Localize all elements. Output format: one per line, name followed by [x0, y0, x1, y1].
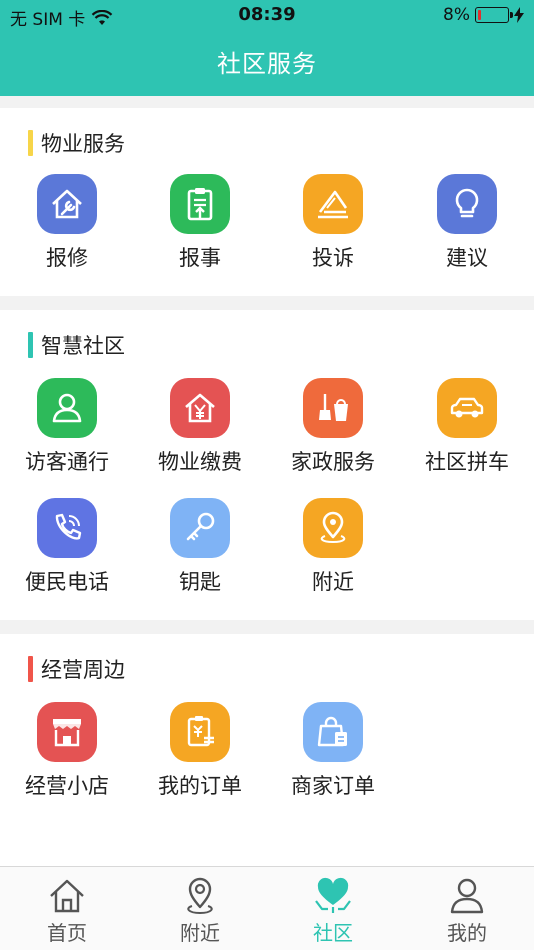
tile — [170, 378, 230, 438]
tile — [303, 702, 363, 762]
grid-item-carpool[interactable]: 社区拼车 — [400, 378, 534, 476]
grid-item-my-orders[interactable]: 我的订单 — [133, 702, 267, 800]
broom-bucket-icon — [319, 394, 348, 421]
grid-item-merchant-orders[interactable]: 商家订单 — [266, 702, 400, 800]
charging-bolt-icon — [514, 7, 524, 23]
tab-label: 社区 — [313, 921, 353, 945]
item-label: 投诉 — [312, 246, 354, 270]
grid-item-property-fee[interactable]: 物业缴费 — [133, 378, 267, 476]
item-label: 家政服务 — [291, 450, 375, 474]
grid-item-report[interactable]: 报事 — [133, 174, 267, 272]
section-title: 经营周边 — [41, 658, 125, 682]
order-icon — [187, 716, 214, 747]
tab-mine[interactable]: 我的 — [400, 875, 534, 946]
section-header: 经营周边 — [28, 654, 125, 684]
tile — [37, 378, 97, 438]
lightbulb-icon — [455, 188, 479, 218]
tile — [37, 174, 97, 234]
tile — [170, 498, 230, 558]
shop-icon — [53, 719, 81, 747]
status-right: 8% — [443, 5, 524, 25]
tab-community[interactable]: 社区 — [266, 875, 400, 946]
bottom-tab-bar: 首页 附近 社区 我的 — [0, 866, 534, 950]
item-label: 附近 — [312, 570, 354, 594]
item-label: 物业缴费 — [158, 450, 242, 474]
item-label: 我的订单 — [158, 774, 242, 798]
item-label: 便民电话 — [25, 570, 109, 594]
tile — [170, 174, 230, 234]
home-icon — [50, 879, 84, 913]
item-label: 报事 — [179, 246, 221, 270]
grid-item-visitor[interactable]: 访客通行 — [0, 378, 134, 476]
section-header: 物业服务 — [28, 128, 125, 158]
grid-item-complaint[interactable]: 投诉 — [266, 174, 400, 272]
tile — [37, 498, 97, 558]
section-title: 物业服务 — [41, 132, 125, 156]
car-icon — [450, 397, 484, 418]
app-header: 无 SIM 卡 08:39 8% 社区服务 — [0, 0, 534, 96]
location-pin-icon — [320, 511, 346, 544]
tile — [303, 498, 363, 558]
yuan-house-icon — [185, 393, 215, 423]
section-header: 智慧社区 — [28, 330, 125, 360]
grid-item-nearby[interactable]: 附近 — [266, 498, 400, 596]
grid-item-convenience-phone[interactable]: 便民电话 — [0, 498, 134, 596]
grid-item-housekeeping[interactable]: 家政服务 — [266, 378, 400, 476]
item-label: 经营小店 — [25, 774, 109, 798]
tab-label: 附近 — [180, 921, 220, 945]
grid-item-repair[interactable]: 报修 — [0, 174, 134, 272]
house-wrench-icon — [52, 189, 82, 219]
battery-level — [478, 10, 481, 20]
complaint-icon — [318, 190, 348, 219]
item-label: 报修 — [46, 246, 88, 270]
section-title: 智慧社区 — [41, 334, 125, 358]
tile — [303, 174, 363, 234]
key-icon — [186, 512, 215, 541]
visitor-icon — [52, 393, 82, 423]
clipboard-icon — [187, 188, 213, 221]
phone-icon — [55, 513, 82, 540]
item-label: 商家订单 — [291, 774, 375, 798]
shopping-bag-icon — [317, 716, 347, 747]
tab-home[interactable]: 首页 — [0, 875, 134, 946]
grid-item-shop[interactable]: 经营小店 — [0, 702, 134, 800]
item-label: 社区拼车 — [425, 450, 509, 474]
community-heart-icon — [315, 877, 351, 913]
tile — [303, 378, 363, 438]
battery-icon — [475, 7, 513, 23]
user-icon — [450, 878, 484, 914]
section-accent-bar — [28, 656, 33, 682]
item-label: 访客通行 — [25, 450, 109, 474]
battery-percent: 8% — [443, 5, 470, 25]
tile — [37, 702, 97, 762]
tile — [437, 174, 497, 234]
section-accent-bar — [28, 130, 33, 156]
item-label: 钥匙 — [179, 570, 221, 594]
section-smart-community: 智慧社区 访客通行 物业缴费 家政服务 社区拼车 便民电话 钥匙 附近 — [0, 310, 534, 620]
tab-nearby[interactable]: 附近 — [133, 875, 267, 946]
grid-item-suggestion[interactable]: 建议 — [400, 174, 534, 272]
location-pin-icon — [187, 877, 213, 915]
section-accent-bar — [28, 332, 33, 358]
section-business-around: 经营周边 经营小店 我的订单 商家订单 — [0, 634, 534, 866]
status-bar: 无 SIM 卡 08:39 8% — [0, 0, 534, 32]
tile — [170, 702, 230, 762]
tab-label: 首页 — [47, 921, 87, 945]
tile — [437, 378, 497, 438]
section-property-services: 物业服务 报修 报事 投诉 建议 — [0, 108, 534, 296]
page-title: 社区服务 — [217, 50, 317, 78]
item-label: 建议 — [446, 246, 488, 270]
tab-label: 我的 — [447, 921, 487, 945]
grid-item-key[interactable]: 钥匙 — [133, 498, 267, 596]
